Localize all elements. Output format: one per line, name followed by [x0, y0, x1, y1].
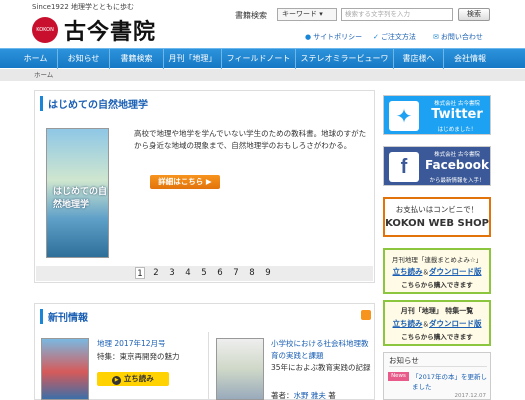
search-type-value: キーワード [282, 10, 317, 18]
carousel-pager: 1 2 3 4 5 6 7 8 9 [36, 266, 373, 281]
book-cover-title: はじめての自然地理学 [53, 187, 108, 210]
ad2-preview-link[interactable]: 立ち読み [393, 319, 423, 328]
nav-monthly-chiri[interactable]: 月刊「地理」 [164, 49, 222, 69]
facebook-sub: から最新情報を入手！ [429, 178, 485, 184]
tagline: Since1922 地理学とともに歩む [32, 3, 135, 11]
facebook-label: Facebook [425, 158, 489, 172]
preview-button[interactable]: ▶ 立ち読み [97, 372, 169, 386]
book-2-author: 著者：水野 雅夫 著 [271, 390, 336, 400]
news-panel: お知らせ News 「2017年の本」を更新しました 2017.12.07 [383, 352, 491, 400]
webshop-label: KOKON WEB SHOP [385, 218, 489, 229]
search-type-select[interactable]: キーワード ▾ [277, 8, 337, 21]
detail-button[interactable]: 詳細はこちら ▶ [150, 175, 220, 189]
main-nav: ホーム お知らせ 書籍検索 月刊「地理」 フィールドノート ステレオミラービュー… [0, 48, 525, 69]
link-label: ご注文方法 [380, 33, 416, 41]
site-policy-link[interactable]: ● サイトポリシー [305, 32, 362, 42]
ad1-preview-link[interactable]: 立ち読み [393, 267, 423, 276]
logo-icon[interactable]: KOKON [32, 17, 58, 43]
news-badge: News [388, 372, 409, 381]
book-2-cover-image[interactable] [216, 338, 264, 400]
book-cover-image[interactable]: はじめての自然地理学 [46, 128, 109, 258]
page-6[interactable]: 6 [215, 267, 225, 279]
nav-book-search[interactable]: 書籍検索 [110, 49, 164, 69]
page-1[interactable]: 1 [135, 267, 145, 279]
arrow-icon: ● [305, 33, 312, 41]
rss-icon[interactable] [361, 310, 371, 320]
contact-link[interactable]: ✉ お問い合わせ [433, 32, 483, 42]
author-name[interactable]: 水野 雅夫 [294, 391, 326, 400]
divider [389, 366, 487, 367]
page-9[interactable]: 9 [263, 267, 273, 279]
twitter-icon: ✦ [389, 101, 419, 131]
page-5[interactable]: 5 [199, 267, 209, 279]
author-suffix: 著 [328, 391, 336, 400]
facebook-icon: f [389, 152, 419, 182]
nav-home[interactable]: ホーム [14, 49, 58, 69]
new-books-title: 新刊情報 [40, 309, 88, 324]
serial-summary-banner[interactable]: 月刊地理「連載まとめよみ☆」 立ち読み＆ダウンロード版 こちらから購入できます [383, 248, 491, 294]
magazine-cover-image[interactable] [41, 338, 89, 400]
check-icon: ✓ [373, 33, 379, 41]
order-method-link[interactable]: ✓ ご注文方法 [373, 32, 416, 42]
news-date: 2017.12.07 [454, 393, 487, 399]
facebook-company: 株式会社 古今書院 [434, 152, 480, 158]
feature-list-banner[interactable]: 月刊「地理」 特集一覧 立ち読み＆ダウンロード版 こちらから購入できます [383, 300, 491, 346]
divider [208, 332, 209, 400]
book-1-title[interactable]: 地理 2017年12月号 [97, 338, 166, 349]
feature-title[interactable]: はじめての自然地理学 [40, 96, 148, 111]
ad2-buy-text: こちらから購入できます [401, 333, 473, 341]
author-label: 著者： [271, 391, 294, 400]
page-8[interactable]: 8 [247, 267, 257, 279]
twitter-sub: はじめました！ [437, 127, 477, 133]
search-label: 書籍検索 [235, 11, 267, 20]
nav-news[interactable]: お知らせ [58, 49, 110, 69]
twitter-banner[interactable]: ✦ 株式会社 古今書院 Twitter はじめました！ [383, 95, 491, 135]
ad2-title: 月刊「地理」 特集一覧 [400, 307, 474, 315]
nav-company[interactable]: 会社情報 [444, 49, 496, 69]
ad1-title: 月刊地理「連載まとめよみ☆」 [391, 256, 483, 264]
site-logo[interactable]: 古今書院 [64, 14, 156, 46]
detail-button-label: 詳細はこちら [158, 177, 204, 186]
link-label: お問い合わせ [440, 33, 483, 41]
ad1-buy-text: こちらから購入できます [401, 281, 473, 289]
webshop-tagline: お支払いはコンビニで！ [395, 205, 479, 214]
search-button[interactable]: 検索 [458, 8, 490, 21]
play-icon: ▶ [112, 376, 122, 385]
book-description: 高校で地理や地学を学んでいない学生のための教科書。地球のすがたから身近な地域の現… [134, 129, 367, 150]
twitter-label: Twitter [431, 107, 483, 122]
news-link[interactable]: 「2017年の本」を更新しました [412, 372, 490, 392]
ad2-download-link[interactable]: ダウンロード版 [429, 319, 482, 328]
search-input[interactable]: 検索する文字列を入力 [341, 8, 453, 21]
page-7[interactable]: 7 [231, 267, 241, 279]
nav-stereo-mirror[interactable]: ステレオミラービューワ [296, 49, 394, 69]
page-2[interactable]: 2 [151, 267, 161, 279]
nav-bookstores[interactable]: 書店様へ [394, 49, 444, 69]
ad1-download-link[interactable]: ダウンロード版 [429, 267, 482, 276]
facebook-banner[interactable]: f 株式会社 古今書院 Facebook から最新情報を入手！ [383, 146, 491, 186]
preview-button-label: 立ち読み [123, 374, 154, 383]
breadcrumb[interactable]: ホーム [0, 69, 525, 81]
page-4[interactable]: 4 [183, 267, 193, 279]
book-2-subtitle: 35年におよぶ教育実践の記録 [271, 363, 371, 372]
nav-field-note[interactable]: フィールドノート [222, 49, 296, 69]
page-3[interactable]: 3 [167, 267, 177, 279]
news-title: お知らせ [389, 356, 419, 365]
kokon-webshop-banner[interactable]: お支払いはコンビニで！ KOKON WEB SHOP [383, 197, 491, 237]
link-label: サイトポリシー [313, 33, 363, 41]
book-1-subtitle: 特集：東京再開発の魅力 [97, 352, 180, 361]
book-2-title[interactable]: 小学校における社会科地理教育の実践と課題 [271, 338, 371, 362]
twitter-company: 株式会社 古今書院 [434, 101, 480, 107]
mail-icon: ✉ [433, 33, 439, 41]
